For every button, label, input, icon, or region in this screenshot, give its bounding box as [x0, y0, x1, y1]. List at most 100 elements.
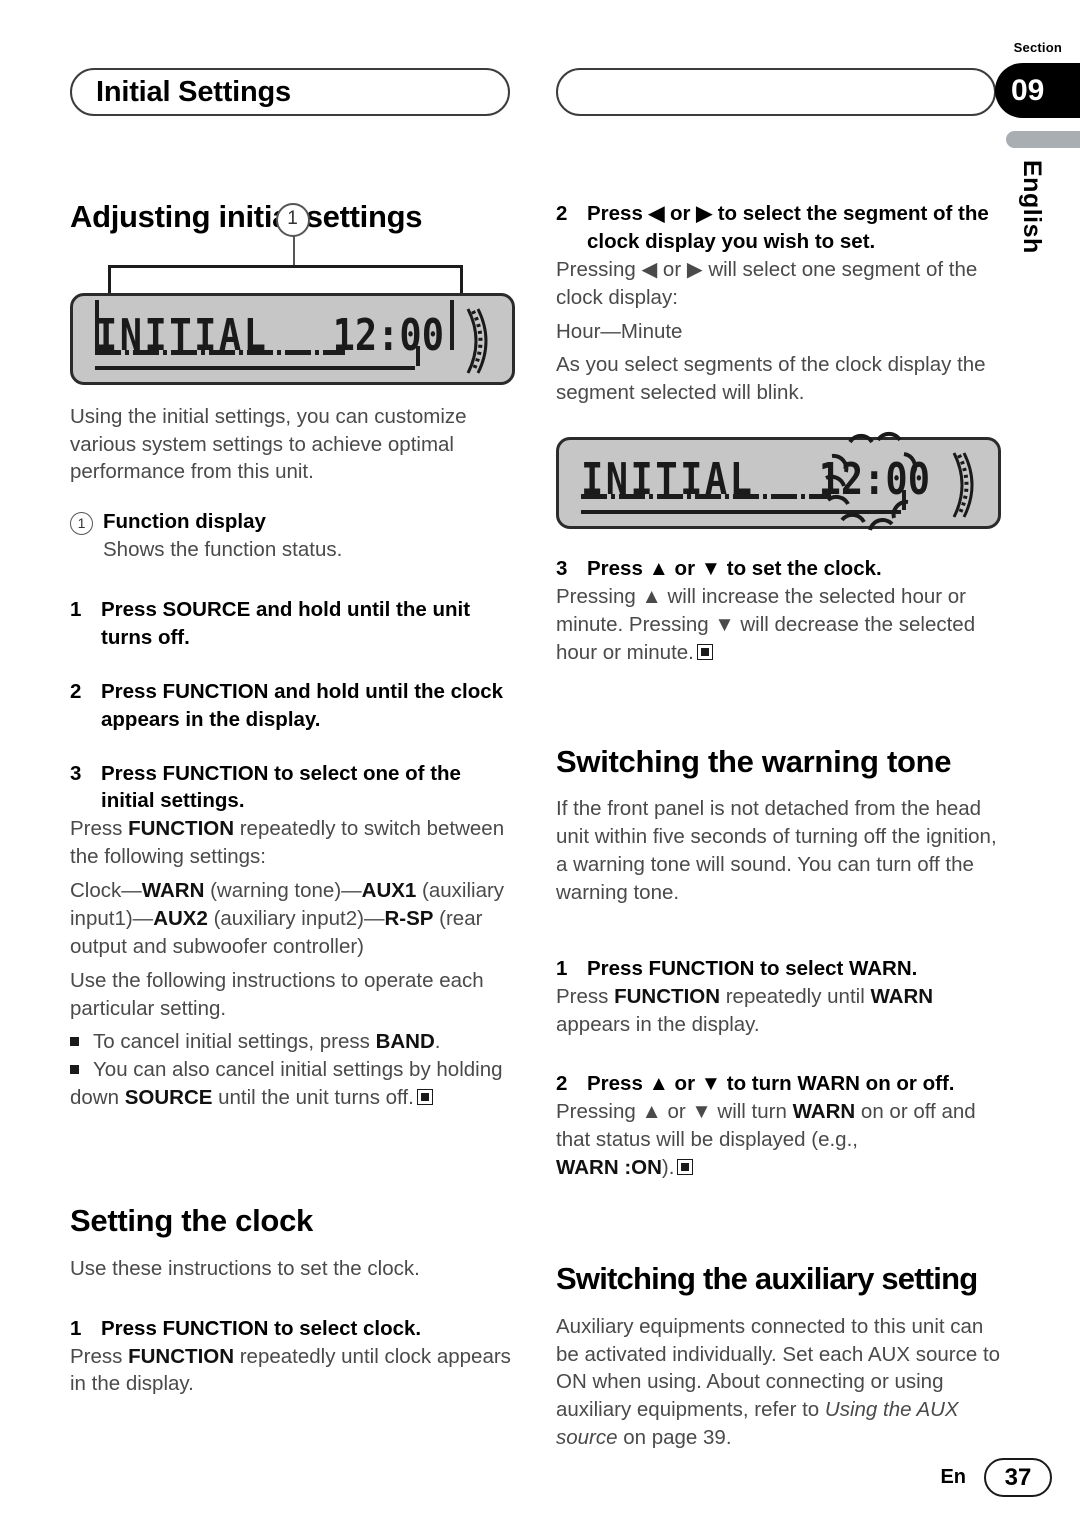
right-step-2-text: Press ◀ or ▶ to select the segment of th…	[587, 200, 1001, 256]
bullet-item-cancel-source: You can also cancel initial settings by …	[70, 1056, 515, 1112]
arrow-up-icon: ▲	[648, 557, 669, 581]
footer-page-number: 37	[984, 1458, 1052, 1497]
w1-mid: repeatedly until	[720, 984, 871, 1008]
step-3: 3 Press FUNCTION to select one of the in…	[70, 760, 515, 816]
clock-step-body-bold: FUNCTION	[128, 1344, 235, 1368]
arrow-up-icon: ▲	[641, 585, 662, 608]
aux-section-body: Auxiliary equipments connected to this u…	[556, 1313, 1001, 1452]
header-pill-left: Initial Settings	[70, 68, 510, 116]
arrow-left-icon: ◀	[641, 257, 658, 281]
arrow-right-icon: ▶	[696, 202, 712, 225]
right-column: 2 Press ◀ or ▶ to select the segment of …	[556, 200, 1001, 1458]
w1-bold-warn: WARN	[870, 984, 934, 1008]
r3-mid: or	[668, 557, 701, 581]
intro-paragraph: Using the initial settings, you can cust…	[70, 404, 467, 484]
blink-indicator-icon	[825, 432, 918, 531]
step-3-text: Press FUNCTION to select one of the init…	[101, 761, 461, 813]
lcd-underline	[95, 365, 416, 370]
right-step-3: 3 Press ▲ or ▼ to set the clock.	[556, 555, 1001, 583]
r3b-pre: Pressing	[556, 585, 642, 608]
page-footer: En 37	[940, 1458, 1052, 1497]
right-step-3-number: 3	[556, 557, 568, 581]
w1-pre: Press	[556, 984, 615, 1008]
warning-step-2-text: Press ▲ or ▼ to turn WARN on or off.	[587, 1070, 1001, 1098]
header-pill-right	[556, 68, 996, 116]
arrow-left-icon: ◀	[648, 202, 665, 225]
right-step-2-body-line3: As you select segments of the clock disp…	[556, 353, 986, 405]
callout-leader-line	[292, 234, 295, 267]
callout-bracket	[108, 264, 463, 293]
step-1: 1 Press SOURCE and hold until the unit t…	[70, 596, 515, 652]
step-2-text: Press FUNCTION and hold until the clock …	[101, 679, 504, 731]
callout-item-title: Function display	[103, 510, 266, 534]
lcd-panel-blinking: INITIAL 12:00	[556, 432, 1001, 531]
callout-item-function-display: 1 Function display	[70, 508, 515, 536]
r2-mid: or	[664, 202, 697, 225]
footer-language: En	[940, 1466, 966, 1488]
lcd-arc-icon	[466, 308, 488, 374]
w1-bold-function: FUNCTION	[614, 984, 721, 1008]
heading-setting-the-clock: Setting the clock	[70, 1203, 313, 1239]
w2b-mid2: will turn	[711, 1100, 793, 1124]
warning-step-2-number: 2	[556, 1072, 568, 1096]
lcd-corner-tick	[416, 345, 420, 366]
chain-part-2: (warning tone)—	[204, 879, 362, 903]
left-column: Adjusting initial settings 1 INITIAL 12:…	[70, 199, 515, 1404]
step-3-body-1-pre: Press	[70, 817, 129, 841]
language-tab-bar	[1006, 131, 1080, 148]
lcd-clock-text: 12:00	[332, 309, 444, 361]
right-step-3-text: Press ▲ or ▼ to set the clock.	[587, 555, 1001, 583]
r2b-pre: Pressing	[556, 257, 642, 281]
bullet-0-post: .	[434, 1030, 441, 1054]
figure-initial-display-blinking: INITIAL 12:00	[556, 432, 1001, 531]
step-3-body-1: Press FUNCTION repeatedly to switch betw…	[70, 815, 515, 871]
arrow-up-icon: ▲	[641, 1100, 662, 1124]
section-label: Section	[1013, 40, 1062, 55]
warning-step-2: 2 Press ▲ or ▼ to turn WARN on or off.	[556, 1070, 1001, 1098]
right-step-2-number: 2	[556, 202, 568, 225]
chain-part-4: (auxiliary input2)—	[207, 906, 385, 930]
callout-item-marker: 1	[70, 508, 103, 536]
lcd-panel: INITIAL 12:00	[70, 292, 515, 385]
clock-step-1: 1 Press FUNCTION to select clock.	[70, 1315, 515, 1343]
step-3-body-1-bold: FUNCTION	[128, 817, 235, 841]
warning-step-1-body: Press FUNCTION repeatedly until WARN app…	[556, 983, 1001, 1039]
arrow-up-icon: ▲	[648, 1072, 669, 1096]
right-step-2-body-line2: Hour—Minute	[556, 319, 683, 343]
warning-step-1-text: Press FUNCTION to select WARN.	[587, 956, 918, 980]
arrow-down-icon: ▼	[700, 1072, 722, 1096]
bullet-square-icon	[70, 1065, 79, 1075]
w2b-mid1: or	[661, 1100, 692, 1124]
bullet-list: To cancel initial settings, press BAND. …	[70, 1028, 515, 1112]
bullet-square-icon	[70, 1037, 79, 1047]
right-step-3-body: Pressing ▲ will increase the selected ho…	[556, 583, 1001, 667]
clock-step-1-body: Press FUNCTION repeatedly until clock ap…	[70, 1343, 515, 1399]
chain-part-1: Clock—	[70, 879, 142, 903]
language-tab-label: English	[1018, 160, 1046, 254]
right-step-2-body-line1: Pressing ◀ or ▶ will select one segment …	[556, 256, 1001, 312]
bullet-1-bold: SOURCE	[124, 1086, 213, 1110]
right-step-2: 2 Press ◀ or ▶ to select the segment of …	[556, 200, 1001, 256]
clock-step-1-number: 1	[70, 1316, 82, 1340]
chain-bold-aux1: AUX1	[361, 879, 417, 903]
settings-chain: Clock—WARN (warning tone)—AUX1 (auxiliar…	[70, 877, 515, 961]
callout-marker-1: 1	[275, 202, 310, 237]
section-number-tab: 09	[995, 63, 1080, 118]
w2b-bold-warn: WARN	[792, 1100, 856, 1124]
callout-item-description: Shows the function status.	[103, 538, 343, 562]
lcd-arc-icon	[952, 452, 974, 518]
r2b-mid: or	[657, 257, 687, 281]
step-3-number: 3	[70, 761, 82, 785]
bullet-1-post: until the unit turns off.	[212, 1086, 414, 1110]
warning-step-2-body: Pressing ▲ or ▼ will turn WARN on or off…	[556, 1098, 1001, 1182]
r2-pre: Press	[587, 202, 649, 225]
clock-step-body-pre: Press	[70, 1344, 129, 1368]
w2-post: to turn WARN on or off.	[721, 1072, 955, 1096]
chain-bold-aux2: AUX2	[153, 906, 208, 930]
lcd-segment-bar	[581, 494, 832, 500]
end-of-section-icon	[677, 1159, 694, 1176]
heading-switching-warning-tone: Switching the warning tone	[556, 743, 952, 779]
bullet-0-bold: BAND	[375, 1030, 435, 1054]
warn-status-value: WARN :ON	[556, 1156, 662, 1180]
arrow-down-icon: ▼	[691, 1100, 712, 1124]
